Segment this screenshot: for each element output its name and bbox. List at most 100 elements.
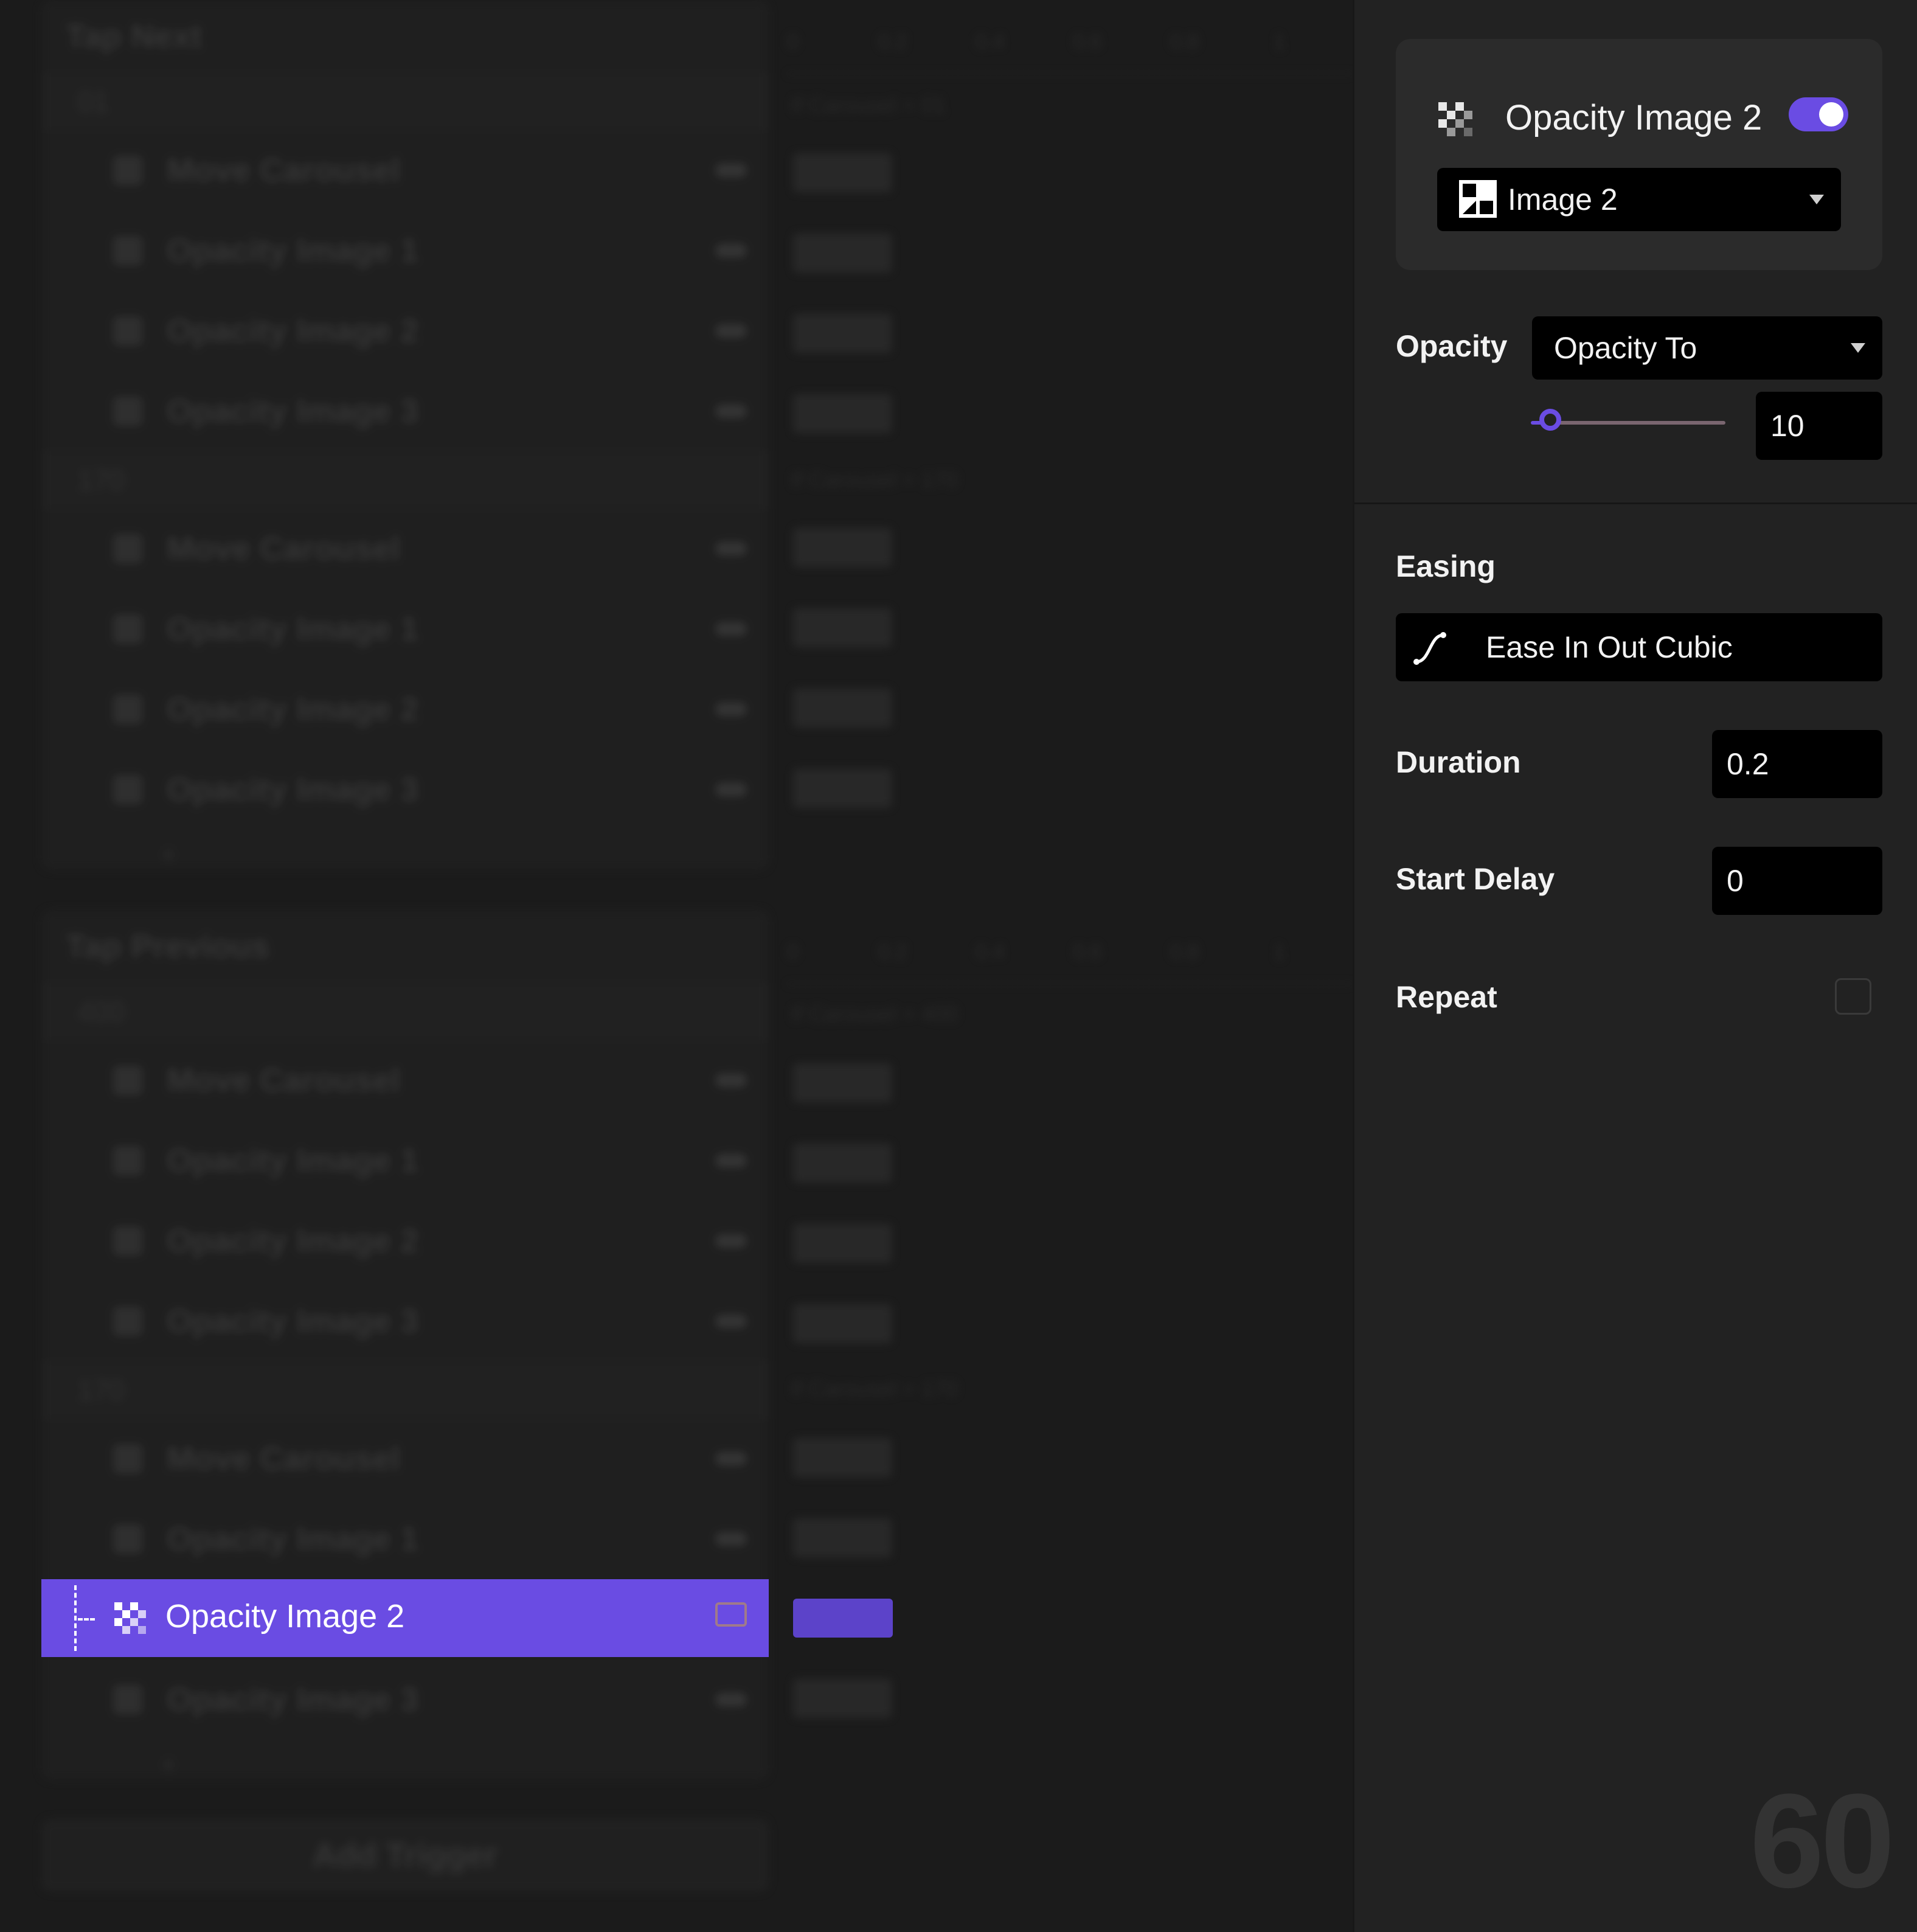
tree-connector — [74, 1585, 77, 1651]
timeline-bar[interactable] — [793, 234, 892, 273]
animation-row[interactable]: Opacity Image 3 — [41, 749, 769, 830]
row-badge — [715, 1532, 747, 1546]
timeline-bar[interactable] — [793, 153, 892, 192]
row-badge — [715, 1315, 747, 1328]
condition-label: 170 — [78, 1374, 125, 1406]
animation-row[interactable]: Opacity Image 2 — [41, 1201, 769, 1281]
timeline-bar[interactable] — [793, 769, 892, 808]
easing-label: Easing — [1396, 549, 1496, 583]
animation-row[interactable]: Move Carousel — [41, 1040, 769, 1121]
ruler-tick: 0.8 — [1170, 30, 1199, 54]
row-badge — [715, 164, 747, 177]
condition-caption: If Carousel = 400 — [791, 1001, 958, 1026]
condition-label: 400 — [78, 996, 125, 1027]
opacity-mode-select[interactable]: Opacity To — [1532, 316, 1882, 380]
timeline-bar[interactable] — [793, 1679, 892, 1718]
enabled-toggle[interactable] — [1789, 97, 1848, 131]
animation-row[interactable]: Opacity Image 3 — [41, 1659, 769, 1740]
condition-header[interactable]: 170 — [41, 1361, 769, 1419]
plus-icon: + — [161, 1748, 177, 1780]
opacity-value-input[interactable]: 10 — [1756, 392, 1882, 460]
opacity-value: 10 — [1770, 409, 1804, 443]
timeline-bar[interactable] — [793, 1304, 892, 1343]
animation-row[interactable]: Opacity Image 2 — [41, 291, 769, 371]
condition-caption: If Carousel = 01 — [791, 92, 946, 117]
selected-timeline-bar[interactable] — [793, 1599, 893, 1638]
image-icon — [715, 1602, 747, 1627]
easing-curve-icon — [1413, 632, 1446, 665]
row-label: Move Carousel — [167, 1062, 401, 1099]
selected-animation-row[interactable]: Opacity Image 2 — [41, 1579, 769, 1657]
condition-label: 170 — [78, 464, 125, 496]
start-delay-input[interactable]: 0 — [1712, 847, 1882, 915]
animation-title: Opacity Image 2 — [1505, 98, 1763, 137]
target-layer-value: Image 2 — [1508, 182, 1618, 217]
condition-caption: If Carousel = 170 — [791, 467, 958, 492]
trigger-header[interactable]: Tap Next — [41, 0, 769, 73]
add-animation-button[interactable]: + — [41, 1740, 769, 1788]
image-icon — [113, 236, 142, 265]
move-icon — [113, 1444, 142, 1473]
target-layer-select[interactable]: Image 2 — [1437, 168, 1841, 231]
row-label: Opacity Image 2 — [167, 313, 419, 349]
move-icon — [113, 156, 142, 185]
animation-header-card: Opacity Image 2 Image 2 — [1396, 39, 1882, 270]
opacity-slider-track[interactable] — [1550, 421, 1725, 425]
timeline-bar[interactable] — [793, 1063, 892, 1102]
animation-row[interactable]: Opacity Image 1 — [41, 589, 769, 669]
timeline-bar[interactable] — [793, 1144, 892, 1183]
row-badge — [715, 244, 747, 257]
animation-row[interactable]: Opacity Image 1 — [41, 1121, 769, 1201]
timeline-bar[interactable] — [793, 394, 892, 433]
condition-header[interactable]: 170 — [41, 451, 769, 509]
row-label: Opacity Image 3 — [167, 1681, 419, 1718]
timeline-bar[interactable] — [793, 608, 892, 647]
opacity-mode-value: Opacity To — [1554, 331, 1697, 365]
row-label: Opacity Image 2 — [167, 691, 419, 728]
row-label: Opacity Image 1 — [167, 232, 419, 269]
chevron-down-icon — [1851, 343, 1865, 353]
image-icon — [113, 695, 142, 724]
repeat-checkbox[interactable] — [1835, 978, 1871, 1015]
animation-row[interactable]: Opacity Image 3 — [41, 371, 769, 451]
trigger-header[interactable]: Tap Previous — [41, 910, 769, 983]
animation-row[interactable]: Opacity Image 1 — [41, 1499, 769, 1579]
trigger-title: Tap Next — [66, 18, 203, 55]
start-delay-label: Start Delay — [1396, 862, 1555, 896]
row-label: Opacity Image 1 — [167, 1521, 419, 1557]
animation-row[interactable]: Move Carousel — [41, 509, 769, 589]
row-badge — [715, 405, 747, 418]
ruler-tick: 0 — [787, 940, 799, 964]
animation-row[interactable]: Opacity Image 1 — [41, 210, 769, 291]
add-trigger-label: Add Trigger — [313, 1837, 497, 1874]
row-badge — [715, 542, 747, 555]
ruler-tick: 0 — [787, 30, 799, 54]
time-ruler: 0 0.2 0.4 0.6 0.8 1 — [787, 922, 1353, 985]
row-label: Opacity Image 3 — [167, 771, 419, 808]
animation-row[interactable]: Move Carousel — [41, 130, 769, 210]
trigger-title: Tap Previous — [66, 928, 270, 965]
condition-caption: If Carousel = 170 — [791, 1376, 958, 1401]
timeline-bar[interactable] — [793, 689, 892, 728]
timeline-bar[interactable] — [793, 1224, 892, 1263]
add-animation-button[interactable]: + — [41, 830, 769, 878]
timeline-bar[interactable] — [793, 528, 892, 567]
timeline-bar[interactable] — [793, 314, 892, 353]
duration-input[interactable]: 0.2 — [1712, 730, 1882, 798]
move-icon — [113, 534, 142, 563]
row-label: Opacity Image 1 — [167, 611, 419, 647]
opacity-slider-thumb[interactable] — [1539, 409, 1561, 431]
image-icon — [113, 397, 142, 426]
tree-connector — [78, 1618, 95, 1621]
trigger-group-tap-next[interactable]: Tap Next 01 Move Carousel Opacity Image … — [41, 0, 769, 870]
animation-row[interactable]: Move Carousel — [41, 1419, 769, 1499]
condition-header[interactable]: 01 — [41, 73, 769, 130]
ruler-tick: 1 — [1274, 30, 1285, 54]
easing-select[interactable]: Ease In Out Cubic — [1396, 613, 1882, 681]
animation-row[interactable]: Opacity Image 2 — [41, 669, 769, 749]
timeline-bar[interactable] — [793, 1438, 892, 1477]
animation-row[interactable]: Opacity Image 3 — [41, 1281, 769, 1361]
add-trigger-button[interactable]: Add Trigger — [41, 1819, 769, 1892]
timeline-bar[interactable] — [793, 1518, 892, 1557]
condition-header[interactable]: 400 — [41, 983, 769, 1040]
